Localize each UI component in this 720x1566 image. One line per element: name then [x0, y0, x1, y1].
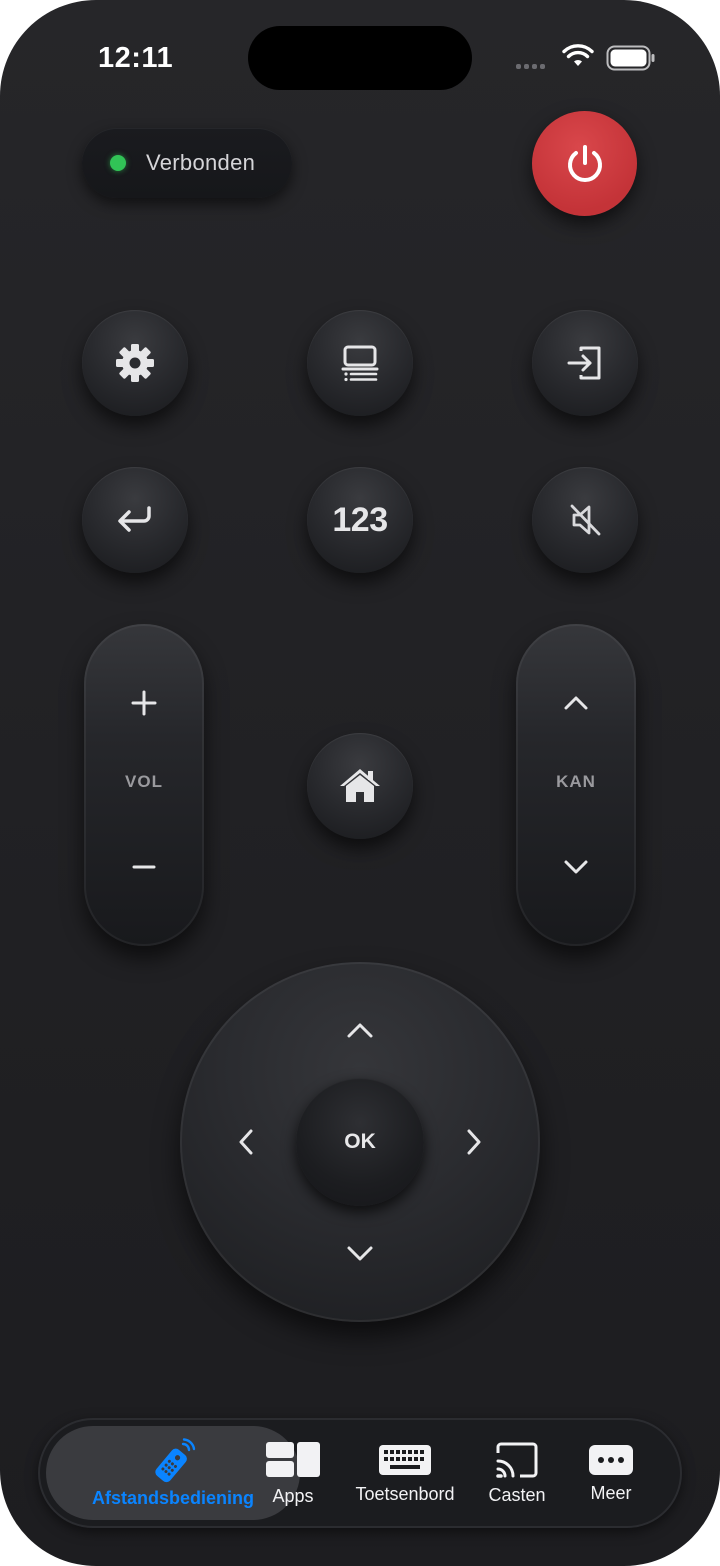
volume-rocker: VOL: [84, 624, 204, 946]
wifi-icon: [562, 44, 594, 66]
mute-icon: [570, 504, 601, 536]
mute-button[interactable]: [532, 467, 638, 573]
chevron-left-icon: [239, 1129, 253, 1155]
tab-keyboard[interactable]: Toetsenbord: [347, 1418, 463, 1528]
input-source-icon: [567, 346, 601, 380]
home-button[interactable]: [307, 733, 413, 839]
tab-label: Casten: [488, 1484, 546, 1505]
number-pad-label: 123: [332, 500, 388, 539]
input-source-button[interactable]: [532, 310, 638, 416]
plus-icon: [131, 690, 157, 716]
settings-button[interactable]: [82, 310, 188, 416]
tab-label: Afstandsbediening: [91, 1487, 254, 1508]
minus-icon: [132, 865, 156, 869]
chevron-down-icon: [347, 1246, 373, 1261]
volume-down-button[interactable]: [84, 822, 204, 912]
channel-rocker: KAN: [516, 624, 636, 946]
connection-status-label: Verbonden: [146, 150, 256, 175]
remote-icon: [155, 1437, 196, 1482]
tab-more[interactable]: Meer: [578, 1418, 644, 1528]
dpad-down-button[interactable]: [320, 1214, 400, 1294]
back-button[interactable]: [82, 467, 188, 573]
dpad-up-button[interactable]: [320, 990, 400, 1070]
chevron-down-icon: [564, 860, 588, 874]
power-button[interactable]: [532, 111, 637, 216]
channel-label: KAN: [556, 772, 596, 791]
remote-screen: 12:11 Verbonden 123 VOL KAN OK Afstandsb…: [0, 0, 720, 1566]
power-icon: [567, 144, 602, 182]
dpad-left-button[interactable]: [206, 1102, 286, 1182]
dpad-right-button[interactable]: [434, 1102, 514, 1182]
connected-indicator-dot: [110, 155, 126, 171]
home-icon: [340, 769, 380, 802]
chevron-right-icon: [467, 1129, 481, 1155]
connection-status-badge: Verbonden: [82, 128, 292, 198]
tab-label: Meer: [590, 1482, 632, 1503]
volume-up-button[interactable]: [84, 658, 204, 748]
channel-up-button[interactable]: [516, 658, 636, 748]
more-icon: [589, 1444, 633, 1475]
chevron-up-icon: [564, 696, 588, 710]
tab-label: Apps: [272, 1485, 314, 1506]
keyboard-icon: [379, 1444, 431, 1475]
apps-icon: [266, 1441, 320, 1477]
directional-pad: OK: [180, 962, 540, 1322]
guide-button[interactable]: [307, 310, 413, 416]
tab-label: Toetsenbord: [355, 1483, 455, 1504]
battery-icon: [606, 45, 655, 71]
number-pad-button[interactable]: 123: [307, 467, 413, 573]
status-time: 12:11: [98, 42, 174, 74]
tv-guide-icon: [341, 345, 379, 382]
tab-cast[interactable]: Casten: [484, 1418, 550, 1528]
channel-down-button[interactable]: [516, 822, 636, 912]
cellular-signal-icon: [516, 64, 545, 69]
return-icon: [118, 506, 151, 532]
cast-icon: [496, 1442, 538, 1478]
tab-apps[interactable]: Apps: [260, 1418, 326, 1528]
tab-bar: Afstandsbediening Apps Toetsenbord Caste…: [38, 1418, 682, 1528]
dynamic-island: [248, 26, 472, 90]
gear-icon: [116, 344, 154, 382]
chevron-up-icon: [347, 1023, 373, 1038]
ok-button[interactable]: OK: [296, 1078, 424, 1206]
volume-label: VOL: [125, 772, 163, 791]
